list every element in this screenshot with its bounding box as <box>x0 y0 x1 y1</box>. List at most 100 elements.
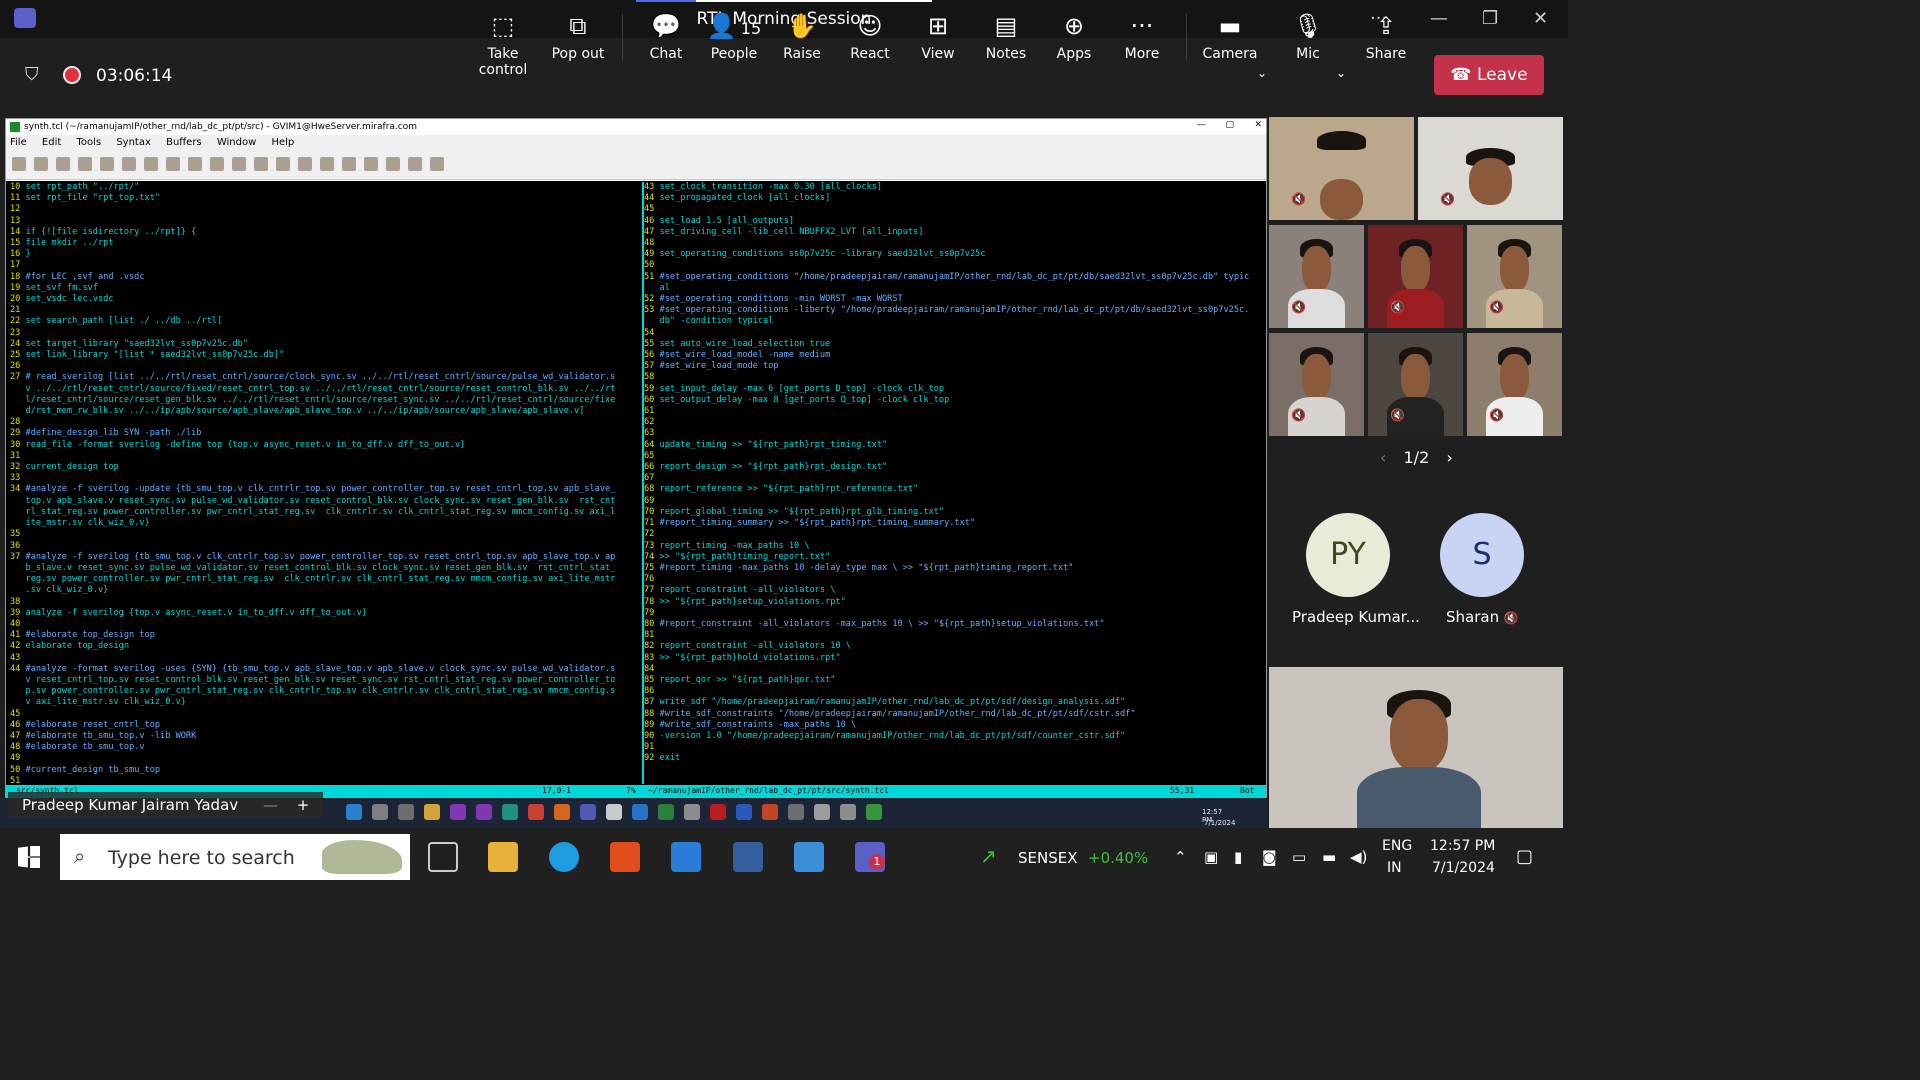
remote-powerpoint-icon[interactable] <box>762 804 778 820</box>
load-session-icon[interactable] <box>276 157 290 171</box>
remote-acrobat-icon[interactable] <box>710 804 726 820</box>
remote-notes-icon[interactable] <box>632 804 648 820</box>
camera-options-chevron-icon[interactable]: ⌄ <box>1257 66 1267 80</box>
save-all-icon[interactable] <box>56 157 70 171</box>
menu-syntax[interactable]: Syntax <box>116 137 151 148</box>
help-icon[interactable] <box>408 157 422 171</box>
mic-tray-icon[interactable]: ▮ <box>1234 848 1242 866</box>
battery-icon[interactable]: ▬ <box>1322 848 1336 866</box>
taskbar-search-box[interactable]: ⌕ Type here to search <box>60 834 410 880</box>
remote-app2-icon[interactable] <box>684 804 700 820</box>
print-icon[interactable] <box>78 157 92 171</box>
participant-video-tile[interactable]: 🔇 <box>1269 333 1364 436</box>
remote-task-view-icon[interactable] <box>398 804 414 820</box>
cut-icon[interactable] <box>144 157 158 171</box>
menu-help[interactable]: Help <box>271 137 294 148</box>
find-prev-icon[interactable] <box>254 157 268 171</box>
make-icon[interactable] <box>342 157 356 171</box>
remote-start-icon[interactable] <box>346 804 362 820</box>
more-button[interactable]: ··· More <box>1102 12 1182 62</box>
remote-app4-icon[interactable] <box>840 804 856 820</box>
remote-folder-icon[interactable] <box>424 804 440 820</box>
gvim-minimize-icon[interactable]: — <box>1197 120 1206 130</box>
tag-jump-icon[interactable] <box>386 157 400 171</box>
camera-tray-icon[interactable]: ◙ <box>1262 848 1277 866</box>
menu-buffers[interactable]: Buffers <box>166 137 202 148</box>
menu-file[interactable]: File <box>10 137 27 148</box>
minimize-icon[interactable]: — <box>1430 8 1448 29</box>
participant-video-tile[interactable]: 🔇 <box>1368 225 1463 328</box>
find-icon[interactable] <box>210 157 224 171</box>
open-icon[interactable] <box>12 157 26 171</box>
avatar[interactable]: S <box>1440 513 1524 597</box>
remote-onenote-icon[interactable] <box>450 804 466 820</box>
save-session-icon[interactable] <box>298 157 312 171</box>
undo-icon[interactable] <box>100 157 114 171</box>
clock-time[interactable]: 12:57 PM <box>1430 838 1495 854</box>
task-view-icon[interactable] <box>428 842 458 872</box>
expand-share-icon[interactable]: + <box>297 796 310 814</box>
participant-video-tile[interactable]: 🔇 <box>1418 117 1563 220</box>
remote-teams-icon[interactable] <box>580 804 596 820</box>
participant-video-tile[interactable]: 🔇 <box>1467 333 1562 436</box>
run-script-icon[interactable] <box>320 157 334 171</box>
gvim-restore-icon[interactable]: ▢ <box>1225 120 1234 130</box>
remote-firefox-icon[interactable] <box>554 804 570 820</box>
sensex-label[interactable]: SENSEX <box>1018 849 1078 867</box>
remote-onenote2-icon[interactable] <box>476 804 492 820</box>
remote-excel-icon[interactable] <box>658 804 674 820</box>
participant-video-tile[interactable]: 🔇 <box>1467 225 1562 328</box>
mail-icon[interactable] <box>671 842 701 872</box>
remote-app3-icon[interactable] <box>788 804 804 820</box>
notifications-icon[interactable]: ▢ <box>1516 846 1533 867</box>
store-icon[interactable] <box>610 842 640 872</box>
volume-icon[interactable]: ◀) <box>1350 848 1367 866</box>
remote-settings-icon[interactable] <box>814 804 830 820</box>
remote-word-icon[interactable] <box>736 804 752 820</box>
camera-button[interactable]: ▬ Camera <box>1190 12 1270 62</box>
pop-out-button[interactable]: ⧉ Pop out <box>538 12 618 62</box>
pager-next-icon[interactable]: › <box>1446 448 1452 467</box>
mic-button[interactable]: 🎙 Mic <box>1268 12 1348 62</box>
pager-prev-icon[interactable]: ‹ <box>1380 448 1386 467</box>
paste-icon[interactable] <box>188 157 202 171</box>
menu-window[interactable]: Window <box>217 137 256 148</box>
edge-icon[interactable] <box>549 842 579 872</box>
redo-icon[interactable] <box>122 157 136 171</box>
shell-icon[interactable] <box>364 157 378 171</box>
remote-edge-icon[interactable] <box>502 804 518 820</box>
file-explorer-icon[interactable] <box>488 842 518 872</box>
self-video-tile[interactable] <box>1269 667 1563 828</box>
take-control-button[interactable]: ⬚ Take control <box>463 12 543 78</box>
network-icon[interactable]: ▭ <box>1292 848 1306 866</box>
save-icon[interactable] <box>34 157 48 171</box>
avatar[interactable]: PY <box>1306 513 1390 597</box>
close-icon[interactable]: ✕ <box>1533 8 1548 29</box>
remote-app-icon[interactable] <box>606 804 622 820</box>
find-help-icon[interactable] <box>430 157 444 171</box>
tray-app-icon[interactable]: ▣ <box>1204 848 1218 866</box>
gvim-close-icon[interactable]: ✕ <box>1254 120 1262 130</box>
remote-chrome-icon[interactable] <box>528 804 544 820</box>
leave-button[interactable]: ☎ Leave <box>1434 55 1544 95</box>
gvim-editor[interactable]: 10 set rpt_path "../rpt/" 11 set rpt_file… <box>6 181 1266 797</box>
editor-left-pane[interactable]: 10 set rpt_path "../rpt/" 11 set rpt_file… <box>10 182 638 784</box>
menu-tools[interactable]: Tools <box>76 137 101 148</box>
teams-icon[interactable]: 1 <box>855 842 885 872</box>
remote-app-icon[interactable] <box>794 842 824 872</box>
menu-edit[interactable]: Edit <box>42 137 61 148</box>
restore-icon[interactable]: ❐ <box>1482 8 1498 29</box>
share-button[interactable]: ⇪ Share <box>1346 12 1426 62</box>
remote-gvim-icon[interactable] <box>866 804 882 820</box>
editor-right-pane[interactable]: 43 set_clock_transition -max 0.30 [all_c… <box>642 182 1266 784</box>
participant-video-tile[interactable]: 🔇 <box>1368 333 1463 436</box>
tray-chevron-icon[interactable]: ⌃ <box>1174 848 1187 866</box>
remote-desktop-icon[interactable] <box>733 842 763 872</box>
minimize-share-icon[interactable]: — <box>263 796 278 814</box>
mic-options-chevron-icon[interactable]: ⌄ <box>1336 66 1346 80</box>
copy-icon[interactable] <box>166 157 180 171</box>
find-next-icon[interactable] <box>232 157 246 171</box>
participant-video-tile[interactable]: 🔇 <box>1269 117 1414 220</box>
language-label[interactable]: ENG <box>1382 838 1412 854</box>
participant-video-tile[interactable]: 🔇 <box>1269 225 1364 328</box>
